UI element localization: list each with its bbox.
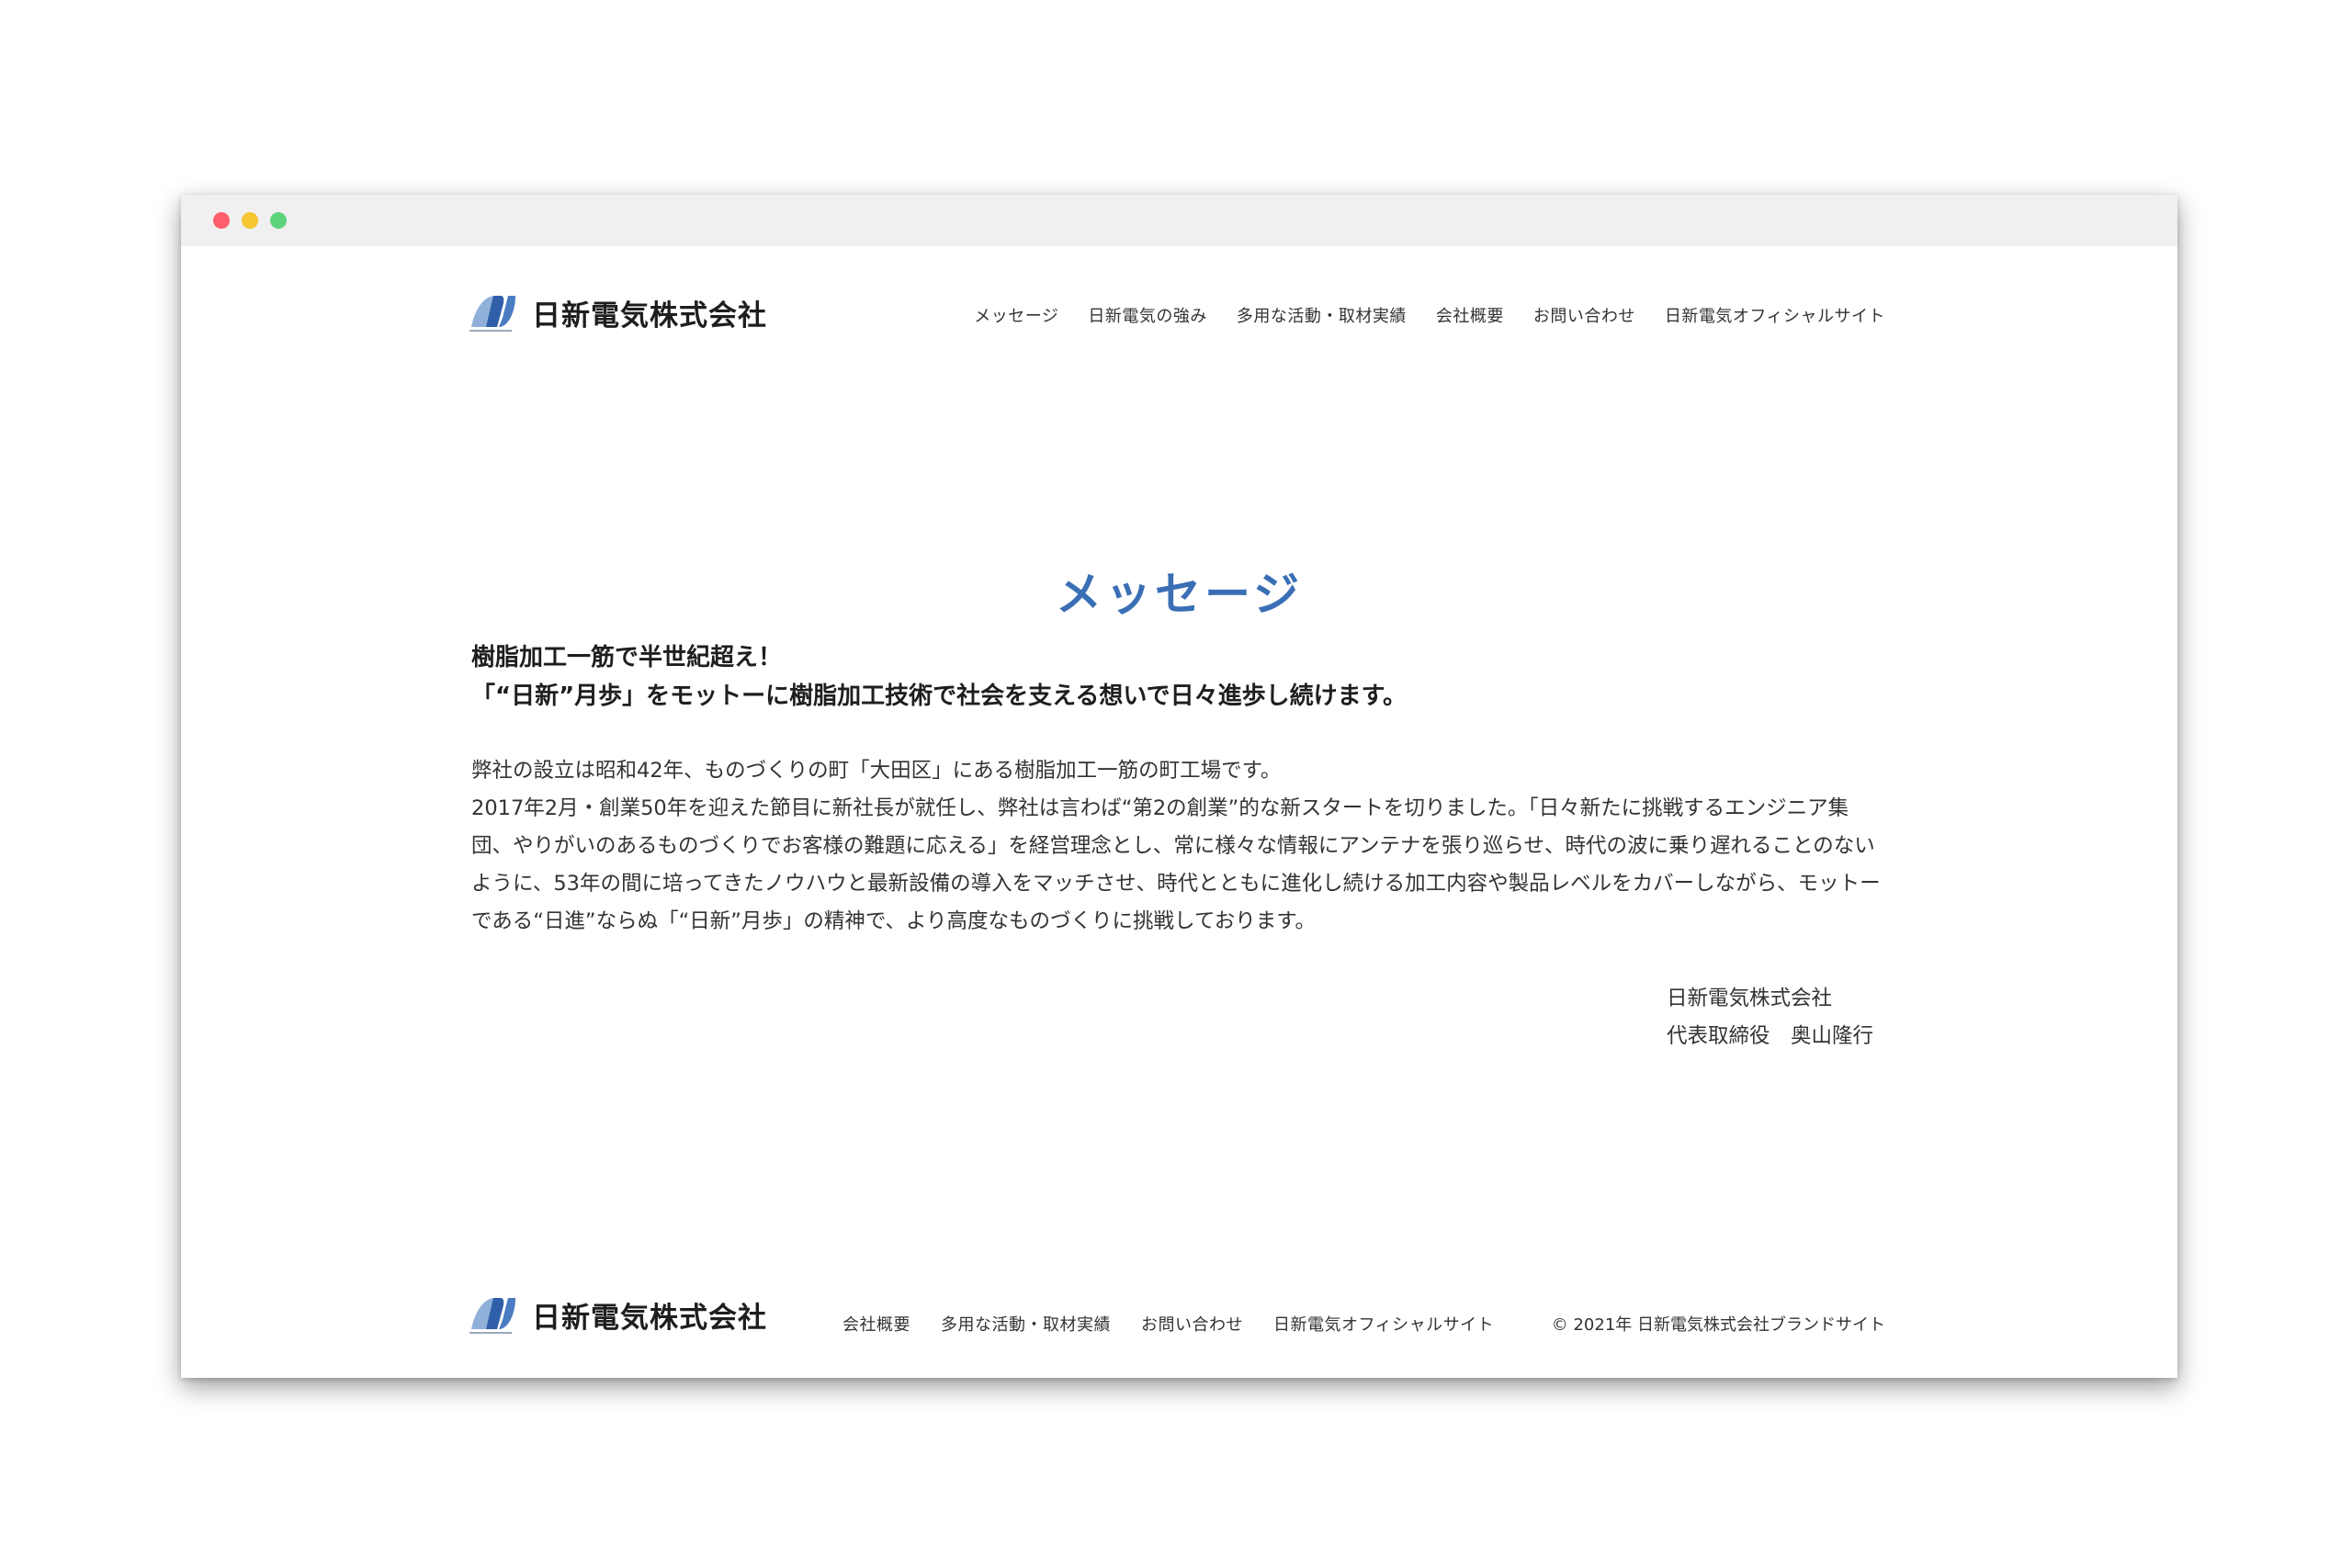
lead-line-1: 樹脂加工一筋で半世紀超え！ xyxy=(471,644,783,671)
nav-official-site[interactable]: 日新電気オフィシャルサイト xyxy=(1665,303,1885,327)
nav-message[interactable]: メッセージ xyxy=(974,303,1058,327)
footer-nav-official-site[interactable]: 日新電気オフィシャルサイト xyxy=(1273,1312,1494,1336)
company-logo-icon xyxy=(468,1292,519,1337)
page-title: メッセージ xyxy=(1056,568,1303,621)
lead-line-2: 「“日新”月歩」をモットーに樹脂加工技術で社会を支える想いで日々進歩し続けます。 xyxy=(471,682,1408,710)
copyright: © 2021年 日新電気株式会社ブランドサイト xyxy=(1551,1315,1885,1335)
message-body: 弊社の設立は昭和42年、ものづくりの町「大田区」にある樹脂加工一筋の町工場です。… xyxy=(471,752,1886,941)
message-paragraph-1: 弊社の設立は昭和42年、ものづくりの町「大田区」にある樹脂加工一筋の町工場です。 xyxy=(471,759,1282,783)
message-paragraph-2: 2017年2月・創業50年を迎えた節目に新社長が就任し、弊社は言わば“第2の創業… xyxy=(471,796,1881,933)
footer-nav: 会社概要 多用な活動・取材実績 お問い合わせ 日新電気オフィシャルサイト xyxy=(842,1312,1494,1336)
maximize-window-button[interactable] xyxy=(270,212,287,229)
footer-nav-company-profile[interactable]: 会社概要 xyxy=(842,1312,910,1336)
signature-person: 代表取締役 奥山隆行 xyxy=(1667,1024,1874,1048)
company-name: 日新電気株式会社 xyxy=(532,299,767,333)
minimize-window-button[interactable] xyxy=(242,212,258,229)
nav-company-profile[interactable]: 会社概要 xyxy=(1436,303,1504,327)
window-titlebar xyxy=(181,195,2177,246)
lead-heading: 樹脂加工一筋で半世紀超え！ 「“日新”月歩」をモットーに樹脂加工技術で社会を支え… xyxy=(471,638,1905,716)
signature-company: 日新電気株式会社 xyxy=(1667,987,1833,1010)
footer-nav-contact[interactable]: お問い合わせ xyxy=(1141,1312,1243,1336)
footer-logo[interactable]: 日新電気株式会社 xyxy=(468,1292,767,1337)
nav-contact[interactable]: お問い合わせ xyxy=(1533,303,1635,327)
header-nav: メッセージ 日新電気の強み 多用な活動・取材実績 会社概要 お問い合わせ 日新電… xyxy=(974,303,1885,327)
company-name: 日新電気株式会社 xyxy=(532,1301,767,1335)
nav-activities[interactable]: 多用な活動・取材実績 xyxy=(1237,303,1407,327)
nav-strengths[interactable]: 日新電気の強み xyxy=(1088,303,1207,327)
close-window-button[interactable] xyxy=(213,212,230,229)
footer-nav-activities[interactable]: 多用な活動・取材実績 xyxy=(941,1312,1111,1336)
browser-window: 日新電気株式会社 メッセージ 日新電気の強み 多用な活動・取材実績 会社概要 お… xyxy=(181,195,2177,1378)
company-logo-icon xyxy=(468,290,519,334)
header-logo[interactable]: 日新電気株式会社 xyxy=(468,290,767,334)
signature: 日新電気株式会社 代表取締役 奥山隆行 xyxy=(1667,980,1873,1055)
